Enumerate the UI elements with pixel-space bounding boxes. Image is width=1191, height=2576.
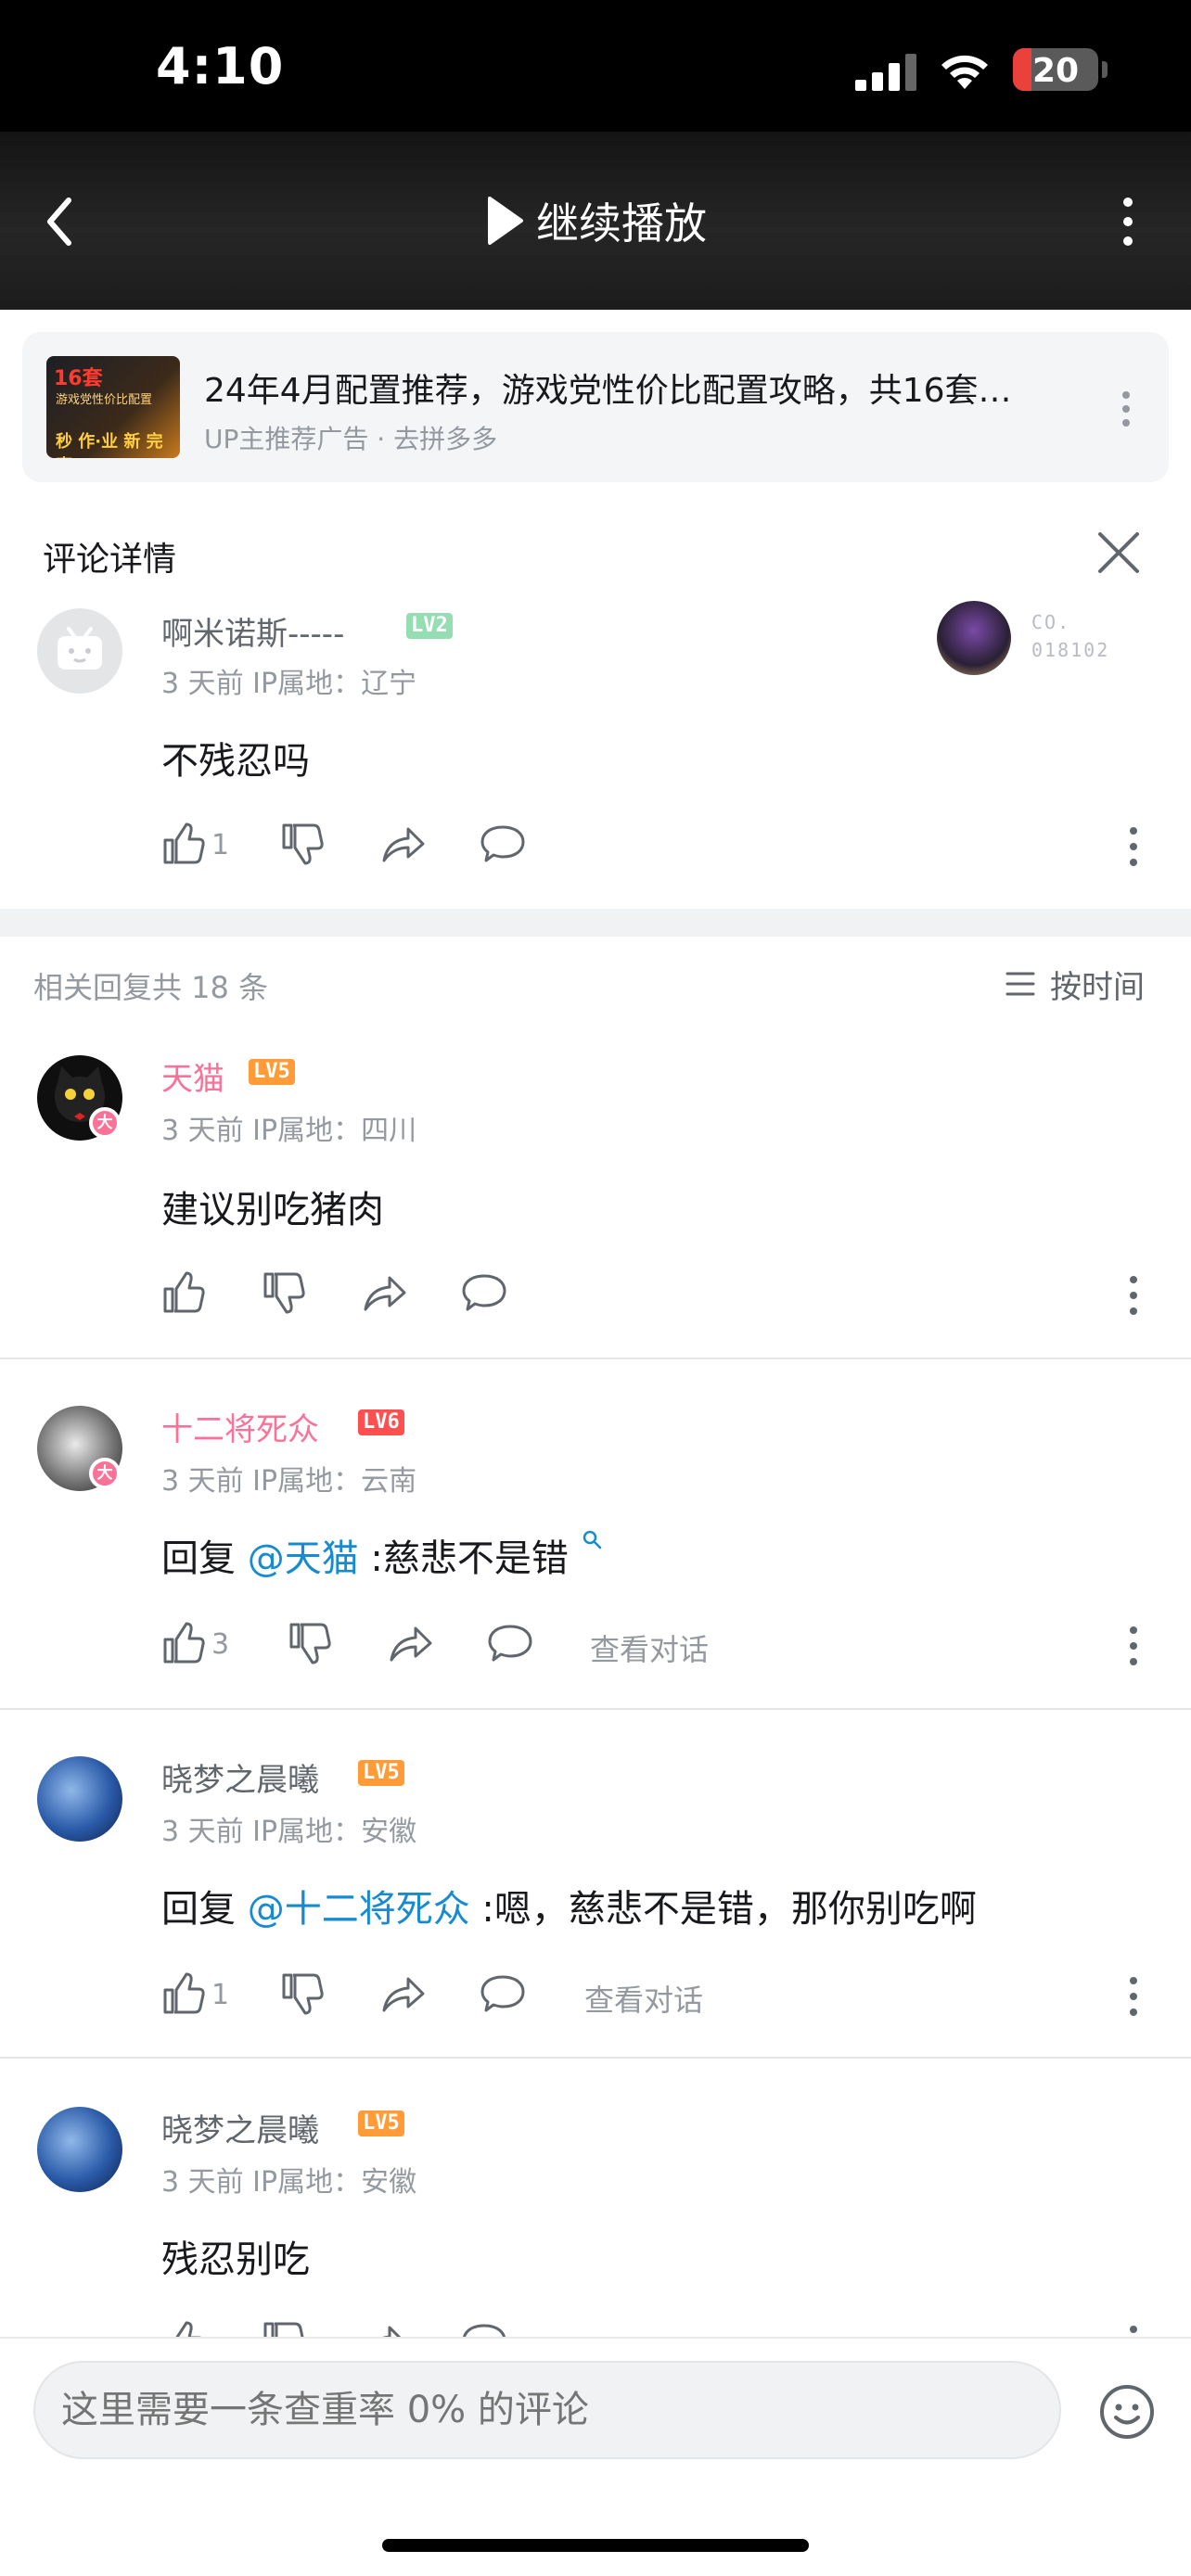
comment-meta: 3 天前 IP属地：安徽 <box>161 1816 417 1848</box>
like-icon[interactable] <box>161 1621 206 1665</box>
share-icon[interactable] <box>388 1621 432 1665</box>
username[interactable]: 天猫 <box>161 1053 224 1099</box>
comment-actions <box>161 1267 1163 1322</box>
username[interactable]: 啊米诺斯----- <box>161 608 344 654</box>
avatar[interactable] <box>37 2107 122 2192</box>
play-icon <box>488 197 523 245</box>
reply-icon[interactable] <box>488 1621 532 1665</box>
level-badge: LV5 <box>358 1760 404 1786</box>
replies-count-header: 相关回复共 18 条 <box>33 970 269 1005</box>
like-count: 1 <box>211 1979 230 2011</box>
vip-badge: 大 <box>89 1107 121 1139</box>
like-icon[interactable] <box>161 822 206 866</box>
comment-more-icon[interactable] <box>1126 823 1141 870</box>
mention-link[interactable]: @十二将死众 <box>248 1888 470 1931</box>
view-conversation-link[interactable]: 查看对话 <box>590 1626 709 1669</box>
search-icon[interactable] <box>581 1528 603 1550</box>
home-indicator <box>382 2539 809 2552</box>
comment-text: 建议别吃猪肉 <box>161 1189 384 1231</box>
share-icon[interactable] <box>380 1971 425 2016</box>
dislike-icon[interactable] <box>280 1971 325 2016</box>
comment-meta: 3 天前 IP属地：辽宁 <box>161 668 417 700</box>
ad-card[interactable]: 16套 游戏党性价比配置 秒 作·业 新 完 事 24年4月配置推荐，游戏党性价… <box>22 332 1169 482</box>
cellular-signal-icon <box>855 54 916 91</box>
comment-input[interactable] <box>33 2361 1061 2459</box>
avatar[interactable] <box>37 1756 122 1842</box>
battery-level: 20 <box>1031 52 1080 90</box>
avatar[interactable] <box>37 608 122 694</box>
comment-meta: 3 天前 IP属地：四川 <box>161 1115 417 1147</box>
share-icon[interactable] <box>380 822 425 866</box>
comment-text: 残忍别吃 <box>161 2238 310 2281</box>
like-icon[interactable] <box>161 1270 206 1315</box>
fan-badge-image <box>937 601 1011 675</box>
comment-more-icon[interactable] <box>1126 1973 1141 2020</box>
level-badge: LV6 <box>358 1409 404 1435</box>
like-count: 3 <box>211 1628 230 1661</box>
status-time: 4:10 <box>156 37 285 96</box>
continue-play-label: 继续播放 <box>536 198 707 249</box>
level-badge: LV5 <box>358 2111 404 2136</box>
ad-title: 24年4月配置推荐，游戏党性价比配置攻略，共16套… <box>204 372 1012 410</box>
sort-by-time-button[interactable]: 按时间 <box>1004 961 1145 1007</box>
username[interactable]: 晓梦之晨曦 <box>161 1754 319 1800</box>
close-icon[interactable] <box>1095 529 1143 577</box>
status-bar: 4:10 20 <box>0 0 1191 132</box>
view-conversation-link[interactable]: 查看对话 <box>584 1977 703 2020</box>
back-icon[interactable] <box>37 189 83 254</box>
dislike-icon[interactable] <box>262 1270 306 1315</box>
comment-actions: 1 <box>161 818 1163 874</box>
ad-thumbnail: 16套 游戏党性价比配置 秒 作·业 新 完 事 <box>46 356 180 458</box>
mention-link[interactable]: @天猫 <box>248 1537 359 1580</box>
comment-detail-title: 评论详情 <box>43 541 177 579</box>
level-badge: LV5 <box>249 1059 295 1085</box>
comment-more-icon[interactable] <box>1126 1272 1141 1319</box>
like-icon[interactable] <box>161 1971 206 2016</box>
reply-icon[interactable] <box>462 2320 506 2337</box>
comment-more-icon[interactable] <box>1126 2322 1141 2337</box>
ad-more-icon[interactable] <box>1117 386 1135 432</box>
emoji-icon[interactable] <box>1098 2383 1156 2441</box>
reply-icon[interactable] <box>462 1270 506 1315</box>
wifi-icon <box>941 55 988 89</box>
comment-text: 回复 @天猫 :慈悲不是错 <box>161 1528 603 1582</box>
sort-label: 按时间 <box>1050 968 1145 1006</box>
default-avatar-icon <box>58 627 102 670</box>
comment-more-icon[interactable] <box>1126 1623 1141 1669</box>
share-icon[interactable] <box>362 1270 406 1315</box>
like-count: 1 <box>211 829 230 861</box>
comment-actions: 1 查看对话 <box>161 1968 1163 2023</box>
share-icon[interactable] <box>362 2320 406 2337</box>
fan-badge-number: CO. 018102 <box>1031 611 1110 661</box>
username[interactable]: 晓梦之晨曦 <box>161 2105 319 2150</box>
username[interactable]: 十二将死众 <box>161 1404 319 1449</box>
comment-meta: 3 天前 IP属地：云南 <box>161 1465 417 1498</box>
level-badge: LV2 <box>406 613 453 639</box>
comment-meta: 3 天前 IP属地：安徽 <box>161 2166 417 2199</box>
dislike-icon[interactable] <box>262 2320 306 2337</box>
video-player-bar[interactable]: 继续播放 <box>0 132 1191 310</box>
like-icon[interactable] <box>161 2320 206 2337</box>
comment-text: 不残忍吗 <box>161 740 310 783</box>
reply-icon[interactable] <box>480 1971 525 2016</box>
comment-actions: 3 查看对话 <box>161 1617 1163 1673</box>
continue-play-button[interactable]: 继续播放 <box>484 187 707 254</box>
comment-text: 回复 @十二将死众 :嗯，慈悲不是错，那你别吃啊 <box>161 1888 977 1931</box>
battery-indicator: 20 <box>1013 48 1098 91</box>
reply-icon[interactable] <box>480 822 525 866</box>
dislike-icon[interactable] <box>280 822 325 866</box>
comment-actions <box>161 2316 1163 2337</box>
list-icon <box>1005 972 1035 996</box>
dislike-icon[interactable] <box>288 1621 332 1665</box>
ad-subtitle: UP主推荐广告 · 去拼多多 <box>204 424 498 454</box>
more-vertical-icon[interactable] <box>1109 189 1146 254</box>
vip-badge: 大 <box>89 1458 121 1489</box>
